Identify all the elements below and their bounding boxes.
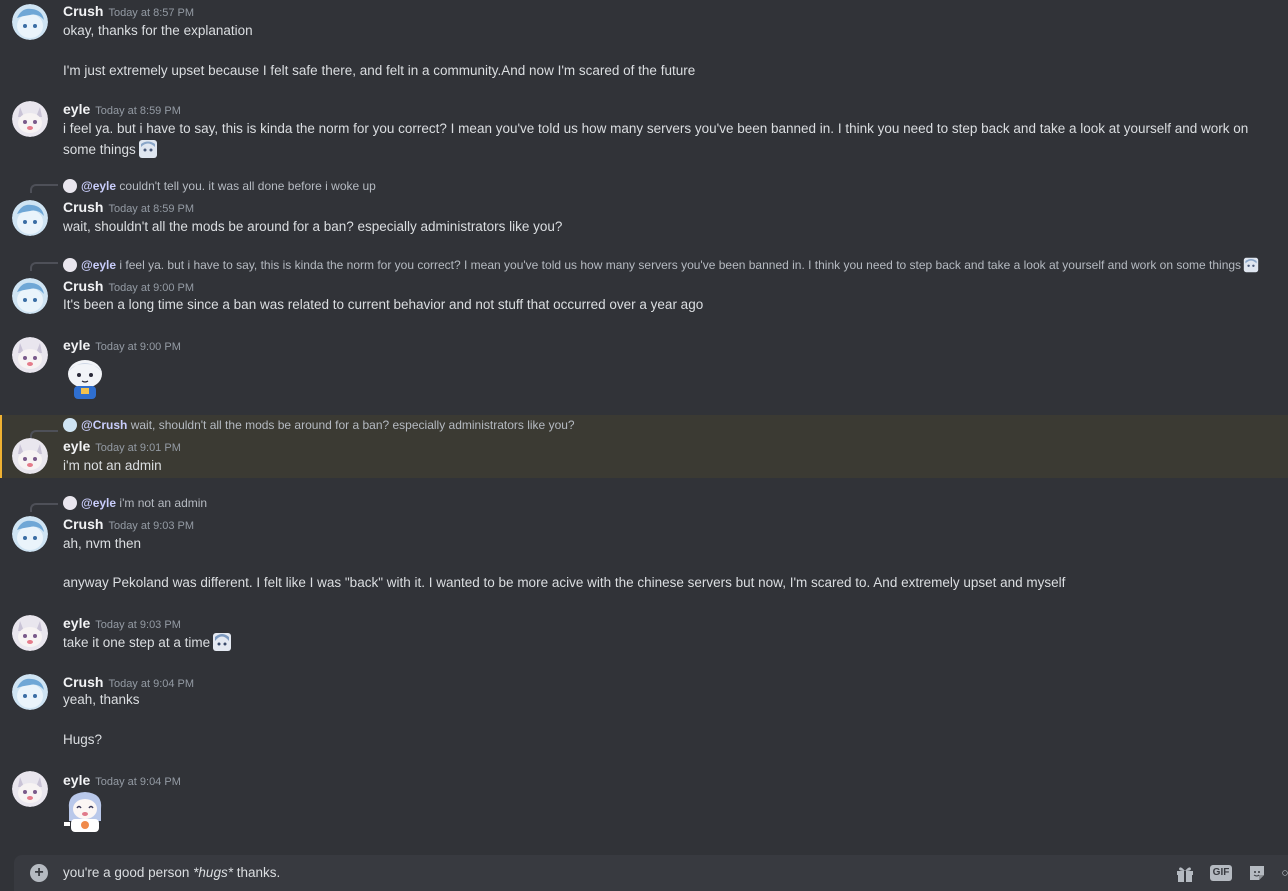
message[interactable]: eyle Today at 8:59 PM i feel ya. but i ha… bbox=[0, 98, 1288, 162]
reply-preview[interactable]: @Crush wait, shouldn't all the mods be a… bbox=[63, 417, 575, 433]
gift-icon[interactable] bbox=[1174, 862, 1196, 884]
custom-emoji-icon[interactable] bbox=[1243, 257, 1259, 273]
message-text: It's been a long time since a ban was re… bbox=[63, 297, 704, 312]
reply-text: i feel ya. but i have to say, this is ki… bbox=[119, 258, 1242, 272]
author-name[interactable]: eyle bbox=[63, 438, 90, 454]
reply-preview[interactable]: @eyle i'm not an admin bbox=[63, 495, 207, 511]
message-text: i'm not an admin bbox=[63, 458, 162, 473]
message[interactable]: @eyle couldn't tell you. it was all done… bbox=[0, 178, 1288, 242]
message-text: Hugs? bbox=[63, 732, 103, 747]
author-name[interactable]: eyle bbox=[63, 772, 90, 788]
message[interactable]: eyle Today at 9:00 PM bbox=[0, 334, 1288, 404]
reply-text: i'm not an admin bbox=[119, 496, 208, 510]
custom-emoji-icon[interactable] bbox=[138, 139, 158, 159]
message-text: okay, thanks for the explanation bbox=[63, 23, 253, 38]
gif-icon[interactable]: GIF bbox=[1209, 862, 1233, 884]
author-name[interactable]: eyle bbox=[63, 615, 90, 631]
reply-avatar bbox=[63, 418, 77, 432]
timestamp: Today at 9:03 PM bbox=[95, 619, 181, 631]
timestamp: Today at 9:00 PM bbox=[108, 282, 195, 294]
timestamp: Today at 8:59 PM bbox=[95, 105, 181, 117]
custom-emoji-icon[interactable] bbox=[212, 632, 232, 652]
avatar-crush[interactable] bbox=[12, 200, 48, 236]
sticker-image-icon[interactable] bbox=[63, 789, 107, 833]
author-name[interactable]: eyle bbox=[63, 101, 90, 117]
reply-mention[interactable]: @eyle bbox=[81, 179, 116, 193]
author-name[interactable]: Crush bbox=[63, 516, 103, 532]
avatar-crush[interactable] bbox=[12, 4, 48, 40]
timestamp: Today at 8:59 PM bbox=[108, 203, 195, 215]
reply-text: wait, shouldn't all the mods be around f… bbox=[130, 418, 575, 432]
reply-preview[interactable]: @eyle couldn't tell you. it was all done… bbox=[63, 178, 376, 194]
reply-preview[interactable]: @eyle i feel ya. but i have to say, this… bbox=[63, 257, 1259, 273]
emoji-icon[interactable] bbox=[1282, 862, 1288, 884]
avatar-eyle[interactable] bbox=[12, 615, 48, 651]
avatar-eyle[interactable] bbox=[12, 438, 48, 474]
message[interactable]: Crush Today at 9:04 PM yeah, thanks Hugs? bbox=[0, 671, 1288, 755]
message-input[interactable]: you're a good person *hugs* thanks. bbox=[63, 855, 280, 891]
timestamp: Today at 8:57 PM bbox=[108, 7, 195, 19]
timestamp: Today at 9:04 PM bbox=[108, 678, 195, 690]
timestamp: Today at 9:00 PM bbox=[95, 341, 181, 353]
avatar-eyle[interactable] bbox=[12, 101, 48, 137]
message[interactable]: @eyle i'm not an admin Crush Today at 9:0… bbox=[0, 494, 1288, 594]
message-text: ah, nvm then bbox=[63, 536, 142, 551]
message[interactable]: Crush Today at 8:57 PM okay, thanks for t… bbox=[0, 0, 1288, 90]
message[interactable]: @eyle i feel ya. but i have to say, this… bbox=[0, 256, 1288, 320]
reply-avatar bbox=[63, 179, 77, 193]
message-text: I'm just extremely upset because I felt … bbox=[63, 63, 696, 78]
chat-window: Crush Today at 8:57 PM okay, thanks for t… bbox=[0, 0, 1288, 891]
reply-mention[interactable]: @eyle bbox=[81, 258, 116, 272]
message-text: anyway Pekoland was different. I felt li… bbox=[63, 575, 1066, 590]
reply-connector bbox=[30, 262, 58, 271]
avatar-eyle[interactable] bbox=[12, 771, 48, 807]
avatar-eyle[interactable] bbox=[12, 337, 48, 373]
timestamp: Today at 9:03 PM bbox=[108, 520, 195, 532]
message[interactable]: eyle Today at 9:04 PM bbox=[0, 769, 1288, 839]
author-name[interactable]: Crush bbox=[63, 674, 103, 690]
message-composer[interactable]: + you're a good person *hugs* thanks. GI… bbox=[14, 855, 1288, 891]
reply-avatar bbox=[63, 258, 77, 272]
message-text: take it one step at a time bbox=[63, 632, 232, 653]
message-text: i feel ya. but i have to say, this is ki… bbox=[63, 121, 1249, 159]
avatar-crush[interactable] bbox=[12, 278, 48, 314]
plus-circle-icon[interactable]: + bbox=[30, 864, 48, 882]
reply-mention[interactable]: @Crush bbox=[81, 418, 127, 432]
timestamp: Today at 9:04 PM bbox=[95, 776, 181, 788]
message-text: yeah, thanks bbox=[63, 692, 140, 707]
avatar-crush[interactable] bbox=[12, 516, 48, 552]
author-name[interactable]: Crush bbox=[63, 278, 103, 294]
author-name[interactable]: Crush bbox=[63, 199, 103, 215]
timestamp: Today at 9:01 PM bbox=[95, 442, 181, 454]
reply-avatar bbox=[63, 496, 77, 510]
author-name[interactable]: eyle bbox=[63, 337, 90, 353]
sticker-icon[interactable] bbox=[1246, 862, 1268, 884]
reply-connector bbox=[30, 184, 58, 193]
sticker-image-icon[interactable] bbox=[63, 356, 107, 400]
message-mentioned[interactable]: @Crush wait, shouldn't all the mods be a… bbox=[0, 415, 1288, 478]
message[interactable]: eyle Today at 9:03 PM take it one step at… bbox=[0, 612, 1288, 660]
message-text: wait, shouldn't all the mods be around f… bbox=[63, 219, 563, 234]
reply-mention[interactable]: @eyle bbox=[81, 496, 116, 510]
reply-connector bbox=[30, 503, 58, 512]
avatar-crush[interactable] bbox=[12, 674, 48, 710]
reply-text: couldn't tell you. it was all done befor… bbox=[119, 179, 376, 193]
author-name[interactable]: Crush bbox=[63, 3, 103, 19]
